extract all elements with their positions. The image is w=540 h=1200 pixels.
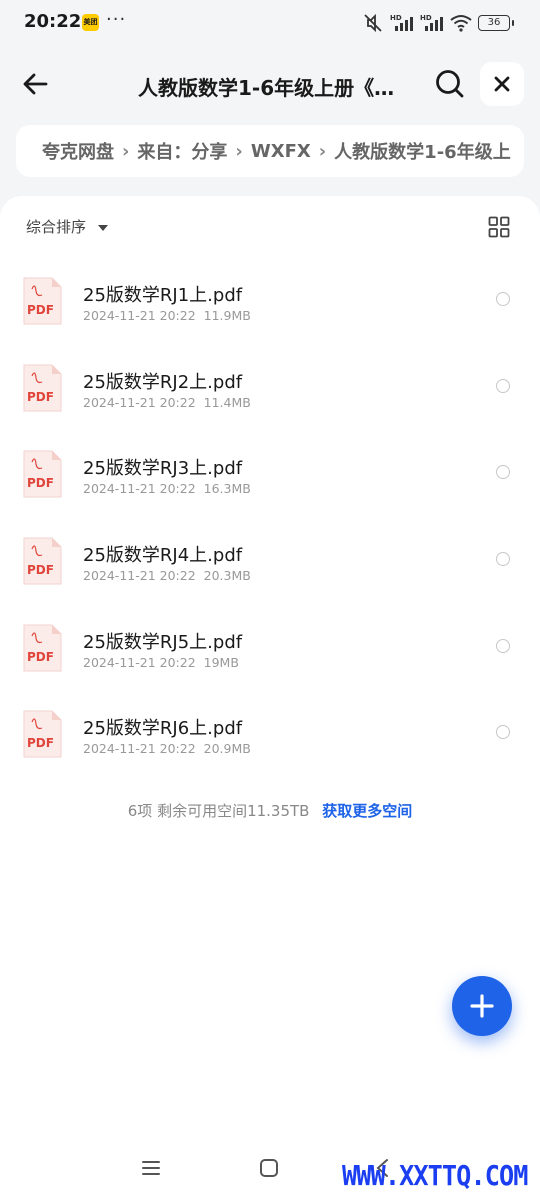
- chevron-right-icon: ›: [122, 140, 130, 162]
- meituan-badge-icon: 美团: [82, 14, 99, 31]
- svg-text:HD: HD: [390, 14, 402, 22]
- file-list: PDF 25版数学RJ1上.pdf 2024-11-21 20:22 11.9MB…: [0, 256, 540, 776]
- arrow-left-icon[interactable]: [18, 66, 54, 102]
- get-more-space-link[interactable]: 获取更多空间: [322, 802, 412, 820]
- file-size: 20.3MB: [203, 568, 251, 584]
- close-button[interactable]: [480, 62, 524, 106]
- free-space: 剩余可用空间11.35TB: [157, 802, 310, 820]
- wifi-icon: [450, 15, 472, 32]
- home-square-icon[interactable]: [258, 1157, 280, 1179]
- add-button[interactable]: [452, 976, 512, 1036]
- more-notifications-icon: ···: [106, 9, 127, 30]
- svg-text:PDF: PDF: [27, 563, 54, 577]
- pdf-file-icon: PDF: [23, 277, 62, 325]
- storage-info: 6项 剩余可用空间11.35TB 获取更多空间: [0, 800, 540, 821]
- file-name: 25版数学RJ6上.pdf: [83, 718, 243, 740]
- list-item[interactable]: PDF 25版数学RJ3上.pdf 2024-11-21 20:22 16.3MB: [0, 429, 540, 516]
- list-item[interactable]: PDF 25版数学RJ1上.pdf 2024-11-21 20:22 11.9MB: [0, 256, 540, 343]
- file-name: 25版数学RJ5上.pdf: [83, 631, 243, 653]
- file-meta: 2024-11-21 20:22 16.3MB: [83, 481, 251, 496]
- breadcrumb-item-wxfx[interactable]: WXFX: [251, 141, 311, 162]
- breadcrumb-item-share[interactable]: 来自：分享: [137, 138, 227, 164]
- chevron-right-icon: ›: [235, 140, 243, 162]
- svg-text:PDF: PDF: [27, 390, 54, 404]
- status-time: 20:22: [24, 11, 82, 32]
- file-date: 2024-11-21 20:22: [83, 481, 196, 497]
- select-checkbox[interactable]: [496, 552, 510, 567]
- select-checkbox[interactable]: [496, 378, 510, 393]
- breadcrumb-item-current: 人教版数学1-6年级上: [334, 142, 511, 163]
- svg-text:PDF: PDF: [27, 476, 54, 490]
- pdf-file-icon: PDF: [23, 537, 62, 585]
- pdf-file-icon: PDF: [23, 364, 62, 412]
- signal-hd-icon: HD: [390, 14, 413, 31]
- header: 人教版数学1-6年级上册《…: [0, 52, 540, 118]
- select-checkbox[interactable]: [496, 465, 510, 480]
- pdf-file-icon: PDF: [23, 624, 62, 672]
- file-name: 25版数学RJ1上.pdf: [83, 285, 243, 306]
- file-date: 2024-11-21 20:22: [83, 568, 196, 584]
- file-date: 2024-11-21 20:22: [83, 741, 196, 757]
- plus-icon: [470, 994, 494, 1018]
- file-name: 25版数学RJ3上.pdf: [83, 458, 243, 480]
- file-size: 19MB: [203, 654, 239, 670]
- list-item[interactable]: PDF 25版数学RJ2上.pdf 2024-11-21 20:22 11.4MB: [0, 343, 540, 430]
- page-title: 人教版数学1-6年级上册《…: [138, 76, 395, 100]
- status-bar: 20:22 美团 ··· HD HD 36: [0, 0, 540, 46]
- sort-label: 综合排序: [26, 218, 87, 236]
- select-checkbox[interactable]: [496, 638, 510, 653]
- pdf-file-icon: PDF: [23, 450, 62, 498]
- list-item[interactable]: PDF 25版数学RJ6上.pdf 2024-11-21 20:22 20.9MB: [0, 689, 540, 776]
- file-size: 20.9MB: [203, 741, 251, 757]
- file-meta: 2024-11-21 20:22 20.9MB: [83, 741, 251, 756]
- file-size: 11.4MB: [203, 394, 251, 410]
- file-date: 2024-11-21 20:22: [83, 308, 196, 323]
- file-list-card: 综合排序 PDF 25版数学RJ1上.pdf 2024-11-21 20:22 1…: [0, 196, 540, 1200]
- menu-icon[interactable]: [140, 1157, 162, 1179]
- file-date: 2024-11-21 20:22: [83, 654, 196, 670]
- svg-text:HD: HD: [420, 14, 432, 22]
- breadcrumb: 夸克网盘 › 来自：分享 › WXFX › 人教版数学1-6年级上: [16, 125, 524, 177]
- list-item[interactable]: PDF 25版数学RJ4上.pdf 2024-11-21 20:22 20.3MB: [0, 516, 540, 603]
- file-name: 25版数学RJ2上.pdf: [83, 371, 243, 393]
- select-checkbox[interactable]: [496, 292, 510, 306]
- search-icon[interactable]: [432, 66, 468, 102]
- file-meta: 2024-11-21 20:22 19MB: [83, 655, 239, 670]
- caret-down-icon: [98, 224, 109, 231]
- file-meta: 2024-11-21 20:22 11.4MB: [83, 395, 251, 410]
- file-meta: 2024-11-21 20:22 11.9MB: [83, 308, 251, 323]
- close-icon: [494, 76, 510, 92]
- signal-hd-icon: HD: [420, 14, 443, 31]
- mute-icon: [364, 13, 382, 33]
- chevron-right-icon: ›: [318, 140, 327, 162]
- status-icons: HD HD 36: [362, 12, 514, 34]
- file-size: 16.3MB: [203, 481, 251, 497]
- watermark: WWW.XXTTQ.COM: [342, 1159, 528, 1192]
- battery-icon: 36: [478, 15, 514, 31]
- sort-dropdown[interactable]: 综合排序: [26, 216, 109, 237]
- file-meta: 2024-11-21 20:22 20.3MB: [83, 568, 251, 583]
- file-size: 11.9MB: [203, 308, 251, 323]
- breadcrumb-item-root[interactable]: 夸克网盘: [42, 138, 114, 164]
- svg-text:PDF: PDF: [27, 303, 54, 317]
- pdf-file-icon: PDF: [23, 710, 62, 758]
- file-date: 2024-11-21 20:22: [83, 394, 196, 410]
- list-item[interactable]: PDF 25版数学RJ5上.pdf 2024-11-21 20:22 19MB: [0, 603, 540, 690]
- svg-text:PDF: PDF: [27, 736, 54, 750]
- item-count: 6项: [127, 802, 153, 820]
- svg-text:PDF: PDF: [27, 650, 54, 664]
- select-checkbox[interactable]: [496, 725, 510, 740]
- grid-view-icon[interactable]: [488, 216, 510, 238]
- file-name: 25版数学RJ4上.pdf: [83, 545, 243, 567]
